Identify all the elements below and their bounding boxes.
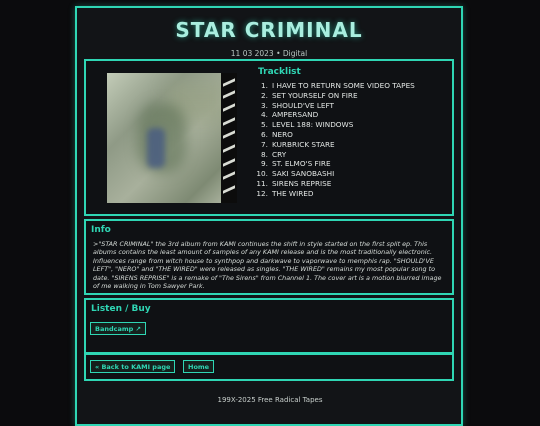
tracklist-panel: Tracklist 1. I HAVE TO RETURN SOME VIDEO … — [84, 59, 454, 216]
release-date: 11 03 2023 • Digital — [230, 49, 308, 58]
track-item: 9. ST. ELMO'S FIRE — [261, 159, 331, 169]
track-item: 11. SIRENS REPRISE — [256, 178, 332, 188]
track-item: 12. THE WIRED — [256, 188, 314, 198]
track-item: 7. KURBRICK STARE — [261, 139, 335, 149]
info-description: >"STAR CRIMINAL" the 3rd album from KAMI… — [93, 240, 442, 291]
home-link[interactable]: Home — [183, 360, 215, 373]
page-title: STAR CRIMINAL — [175, 18, 363, 42]
album-page: STAR CRIMINAL 11 03 2023 • Digital Track… — [75, 6, 463, 426]
navigation-panel: « Back to KAMI page Home — [84, 353, 454, 381]
info-heading: Info — [91, 225, 111, 235]
track-item: 10. SAKI SANOBASHI — [256, 169, 335, 179]
track-item: 6. NERO — [261, 129, 293, 139]
track-item: 1. I HAVE TO RETURN SOME VIDEO TAPES — [261, 81, 415, 90]
track-item: 4. AMPERSAND — [261, 110, 319, 120]
track-item: 5. LEVEL 188: WINDOWS — [261, 120, 354, 130]
album-cover-image — [107, 73, 237, 203]
track-item: 3. SHOULD'VE LEFT — [261, 100, 335, 110]
back-to-kami-link[interactable]: « Back to KAMI page — [90, 360, 176, 373]
track-item: 2. SET YOURSELF ON FIRE — [261, 90, 358, 100]
tracklist-heading: Tracklist — [258, 67, 301, 77]
track-list: 1. I HAVE TO RETURN SOME VIDEO TAPES 2. SE… — [256, 81, 415, 199]
listen-buy-panel: Listen / Buy Bandcamp ↗ — [84, 298, 454, 354]
listen-buy-heading: Listen / Buy — [91, 304, 151, 314]
info-panel: Info >"STAR CRIMINAL" the 3rd album from… — [84, 219, 454, 295]
track-item: 8. CRY — [261, 149, 287, 159]
bandcamp-link[interactable]: Bandcamp ↗ — [90, 322, 146, 335]
footer-copyright: 199X-2025 Free Radical Tapes — [217, 396, 323, 404]
